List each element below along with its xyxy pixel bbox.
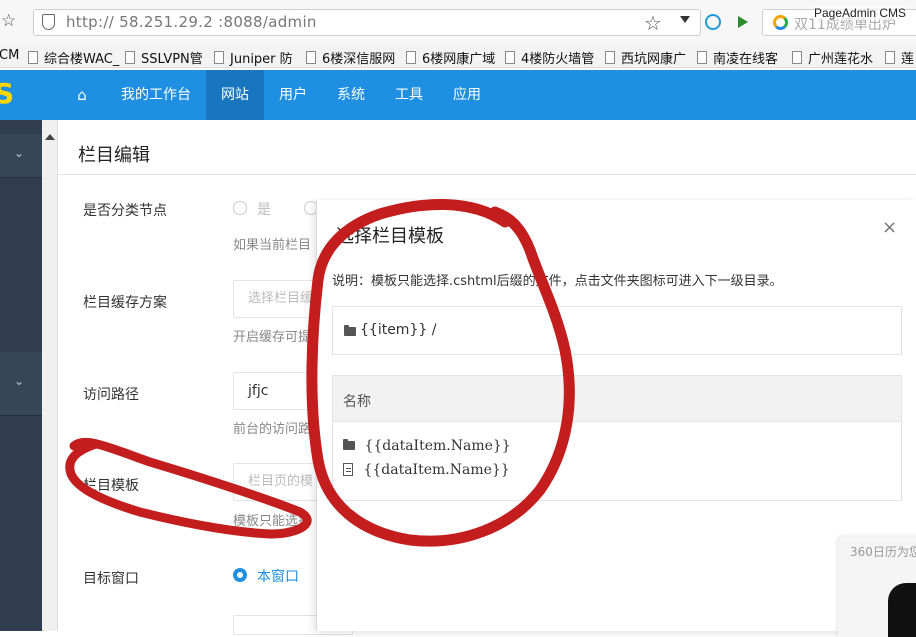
page-icon: [885, 51, 895, 64]
url-text[interactable]: http:// 58.251.29.2 :8088/admin: [66, 13, 317, 31]
radio-label: 是: [257, 202, 271, 218]
nav-item-tools[interactable]: 工具: [380, 70, 438, 120]
page-icon: [605, 51, 615, 64]
page-title: 栏目编辑: [78, 145, 150, 166]
nav-item-system[interactable]: 系统: [322, 70, 380, 120]
bookmarks-bar: CM 综合楼WAC_ SSLVPN管 Juniper 防 6楼深信服网 6楼网康…: [0, 44, 916, 68]
page-icon: [125, 51, 135, 64]
is-category-label: 是否分类节点: [83, 203, 167, 219]
window-title: PageAdmin CMS: [814, 6, 907, 20]
template-label: 栏目模板: [83, 478, 139, 494]
template-table: 名称 {{dataItem.Name}} {{dataItem.Name}}: [332, 375, 902, 501]
cache-label: 栏目缓存方案: [83, 295, 167, 311]
security-shield-icon: [42, 14, 55, 30]
is-category-radio-yes[interactable]: [233, 201, 247, 215]
left-sidebar: ⌄ ⌄: [0, 120, 42, 631]
bookmark-item[interactable]: SSLVPN管: [125, 48, 203, 67]
bookmark-item[interactable]: 4楼防火墙管: [505, 48, 594, 67]
ie-compat-icon[interactable]: [705, 14, 721, 30]
top-navigation: S ⌂ 我的工作台 网站 用户 系统 工具 应用: [0, 70, 916, 120]
table-row[interactable]: {{dataItem.Name}}: [343, 438, 511, 454]
nav-item-workbench[interactable]: 我的工作台: [111, 70, 201, 120]
nav-item-users[interactable]: 用户: [264, 70, 322, 120]
play-icon[interactable]: [738, 16, 748, 28]
path-label: 访问路径: [83, 387, 139, 403]
template-hint: 模板只能选择: [233, 514, 312, 529]
page-icon: [792, 51, 802, 64]
page-icon: [214, 51, 224, 64]
close-icon[interactable]: ×: [882, 217, 897, 238]
dialog-title: 选择栏目模板: [336, 226, 444, 247]
bookmark-item[interactable]: 西坑网康广: [605, 48, 686, 67]
search-engine-icon: [773, 15, 788, 30]
table-row[interactable]: {{dataItem.Name}}: [343, 462, 510, 478]
bookmark-item[interactable]: 综合楼WAC_: [28, 48, 119, 67]
template-picker-dialog: 选择栏目模板 × 说明：模板只能选择.cshtml后缀的文件，点击文件夹图标可进…: [316, 200, 916, 631]
cache-hint: 开启缓存可提: [233, 330, 312, 345]
path-hint: 前台的访问路: [233, 422, 312, 437]
scroll-up-icon[interactable]: [45, 134, 55, 140]
nav-item-website[interactable]: 网站: [206, 70, 264, 120]
bookmark-item[interactable]: 南凌在线客: [697, 48, 778, 67]
page-icon: [505, 51, 515, 64]
folder-icon[interactable]: [344, 325, 356, 336]
column-header-name: 名称: [343, 394, 371, 410]
home-button[interactable]: ⌂: [63, 70, 101, 120]
page-header: 栏目编辑: [58, 120, 916, 175]
nav-item-apps[interactable]: 应用: [438, 70, 496, 120]
popup-image: [888, 583, 916, 637]
favorites-star-icon[interactable]: ☆: [1, 11, 16, 31]
browser-toolbar: ☆ http:// 58.251.29.2 :8088/admin ☆ 双11成…: [0, 0, 916, 44]
bookmark-item[interactable]: 莲: [885, 48, 914, 67]
sidebar-section[interactable]: ⌄: [0, 352, 42, 416]
target-radio-self[interactable]: [233, 568, 247, 582]
bookmark-item[interactable]: 广州莲花水: [792, 48, 873, 67]
folder-icon[interactable]: [343, 438, 355, 450]
sidebar-section[interactable]: ⌄: [0, 134, 42, 178]
bookmark-item[interactable]: 6楼深信服网: [306, 48, 395, 67]
dialog-description: 说明：模板只能选择.cshtml后缀的文件，点击文件夹图标可进入下一级目录。: [332, 274, 783, 289]
chevron-down-icon: ⌄: [14, 146, 25, 160]
row-name[interactable]: {{dataItem.Name}}: [363, 462, 509, 478]
home-icon: ⌂: [77, 86, 87, 104]
bookmark-star-icon[interactable]: ☆: [644, 11, 662, 35]
breadcrumb: {{item}} /: [332, 306, 902, 355]
breadcrumb-path[interactable]: {{item}} /: [360, 322, 436, 338]
is-category-hint: 如果当前栏目: [233, 238, 312, 253]
target-label: 目标窗口: [83, 571, 139, 587]
page-icon: [406, 51, 416, 64]
page-icon: [697, 51, 707, 64]
address-bar[interactable]: http:// 58.251.29.2 :8088/admin ☆: [33, 9, 701, 36]
table-header: 名称: [333, 376, 901, 422]
radio-label: 本窗口: [257, 569, 299, 585]
chevron-down-icon[interactable]: [680, 16, 690, 23]
calendar-popup[interactable]: 360日历为您: [838, 537, 916, 637]
bookmark-item[interactable]: CM: [0, 48, 19, 63]
file-icon: [343, 462, 353, 476]
page-icon: [306, 51, 316, 64]
chevron-down-icon: ⌄: [14, 374, 25, 388]
popup-text: 360日历为您: [850, 545, 916, 559]
row-name[interactable]: {{dataItem.Name}}: [364, 438, 510, 454]
app-logo: S: [0, 77, 15, 110]
bookmark-item[interactable]: 6楼网康广域: [406, 48, 495, 67]
page-icon: [28, 51, 38, 64]
bookmark-item[interactable]: Juniper 防: [214, 48, 293, 67]
sidebar-scrollbar[interactable]: [42, 120, 58, 631]
